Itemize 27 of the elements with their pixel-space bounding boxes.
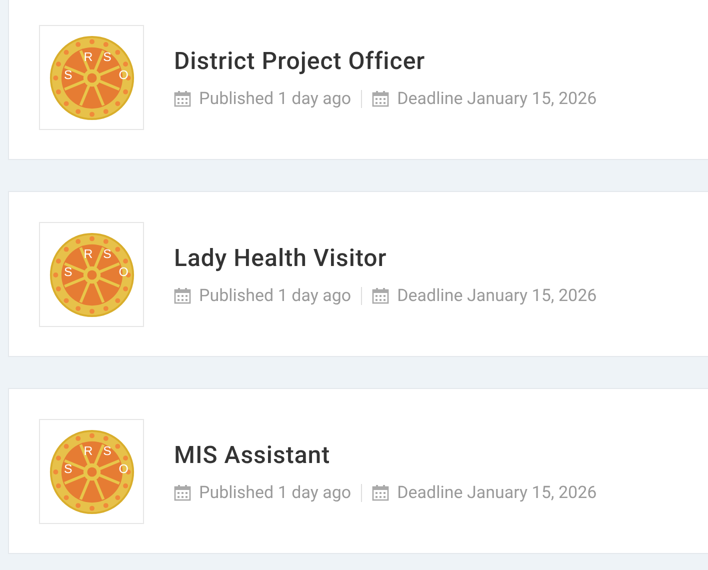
job-title[interactable]: MIS Assistant [174, 440, 597, 468]
deadline-date: Deadline January 15, 2026 [397, 88, 597, 108]
logo-letter: R [83, 246, 92, 260]
job-title[interactable]: Lady Health Visitor [174, 244, 597, 272]
job-title[interactable]: District Project Officer [174, 46, 597, 74]
logo-letter: S [63, 461, 72, 476]
logo-letter: R [83, 49, 92, 64]
logo-letter: S [63, 264, 72, 278]
logo-letter: O [118, 461, 128, 476]
calendar-icon [372, 287, 390, 304]
calendar-icon [372, 90, 390, 107]
published-date: Published 1 day ago [199, 88, 352, 108]
deadline-date: Deadline January 15, 2026 [397, 482, 597, 502]
published-date: Published 1 day ago [199, 482, 352, 502]
calendar-icon [174, 484, 191, 501]
logo-letter: S [102, 49, 111, 64]
published-date: Published 1 day ago [199, 286, 352, 306]
logo-letter: S [102, 443, 111, 458]
logo-letter: R [83, 443, 92, 458]
logo-letter: S [102, 246, 111, 260]
calendar-icon [174, 90, 191, 107]
logo-letter: O [118, 67, 128, 82]
deadline-date: Deadline January 15, 2026 [397, 286, 597, 306]
logo-letter: S [63, 67, 72, 82]
logo-letter: O [118, 264, 128, 278]
calendar-icon [372, 484, 390, 501]
calendar-icon [174, 287, 191, 304]
